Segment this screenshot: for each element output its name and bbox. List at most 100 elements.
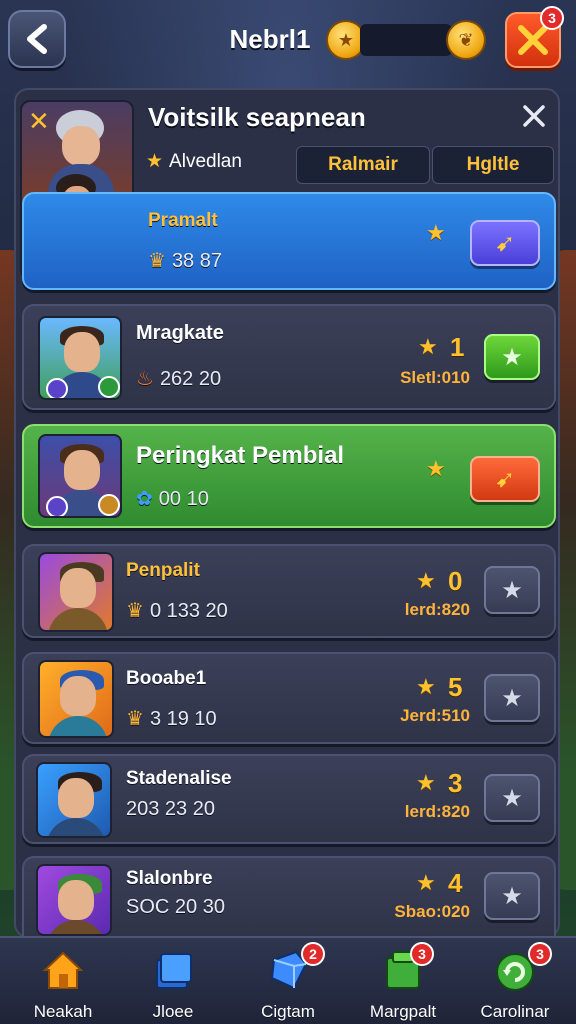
favorite-button[interactable]: ★ [484, 872, 540, 920]
challenge-button[interactable]: ➹ [470, 220, 540, 266]
fire-icon: ♨ [136, 368, 154, 390]
face-shape [58, 880, 94, 920]
favorite-button[interactable]: ★ [484, 674, 540, 722]
score-label: Sletl:010 [400, 368, 470, 387]
sub-label: ★ Alvedlan [146, 150, 242, 173]
face-shape [60, 676, 96, 716]
nav-item-cards[interactable]: Jloee [118, 942, 228, 1022]
star-icon: ★ [418, 334, 438, 359]
tab-ralmair[interactable]: Ralmair [296, 146, 430, 184]
featured-player-row[interactable]: Pramalt ♛ 38 87 ★ ➹ [22, 192, 556, 290]
sub-label-text: Alvedlan [169, 151, 242, 172]
face-shape [62, 126, 100, 166]
nav-label: Neakah [33, 1002, 93, 1021]
avatar [36, 762, 112, 838]
player-stats-value: 3 19 10 [149, 708, 217, 730]
sword-icon: ➹ [494, 229, 516, 257]
nav-label: Margpalt [369, 1002, 437, 1021]
star-icon: ★ [501, 882, 523, 910]
player-name: Slalonbre [126, 868, 213, 889]
face-shape [64, 450, 100, 490]
player-stats: ♨ 262 20 [136, 366, 221, 391]
cards-icon [151, 948, 195, 992]
player-stats: ✿ 00 10 [136, 486, 209, 511]
leaderboard-row[interactable]: Slalonbre SOC 20 30 ★ 4 Sbao:020 ★ [22, 856, 556, 936]
star-icon: ★ [416, 870, 436, 895]
accept-button[interactable]: ★ [484, 334, 540, 380]
nav-label: Jloee [152, 1002, 194, 1021]
close-featured-button[interactable] [518, 100, 550, 132]
player-name: Booabe1 [126, 668, 207, 689]
coin-icon[interactable]: ❦ [446, 20, 486, 60]
leaderboard-row[interactable]: Stadenalise 203 23 20 ★ 3 lerd:820 ★ [22, 754, 556, 844]
body-shape [46, 818, 106, 836]
star-icon: ★ [501, 684, 523, 712]
player-stats-value: 38 87 [171, 250, 222, 272]
player-stats-value: 0 133 20 [149, 600, 228, 622]
notification-badge: 3 [540, 6, 564, 30]
player-stats: SOC 20 30 [126, 896, 225, 918]
face-shape [60, 568, 96, 608]
face-shape [64, 332, 100, 372]
score-label: Sbao:020 [394, 902, 470, 921]
challenge-button[interactable]: ➹ [470, 456, 540, 502]
player-name: Stadenalise [126, 768, 232, 789]
nav-label: Carolinar [480, 1002, 550, 1021]
player-name: Penpalit [126, 560, 200, 581]
featured-title: Voitsilk seapnean [148, 102, 366, 132]
page-title: Nebrl1 [229, 24, 311, 54]
nav-item-home[interactable]: Neakah [8, 942, 118, 1022]
bottom-nav: Neakah Jloee Cigtam 2 Margpalt 3 Carolin… [0, 936, 576, 1024]
player-name: Pramalt [148, 210, 218, 231]
body-shape [48, 608, 108, 630]
leaderboard-row[interactable]: Mragkate ♨ 262 20 ★ 1 Sletl:010 ★ [22, 304, 556, 410]
currency-bar [360, 24, 452, 56]
leaderboard-row-highlighted[interactable]: Peringkat Pembial ✿ 00 10 ★ ➹ [22, 424, 556, 528]
leaderboard-row[interactable]: Penpalit ♛ 0 133 20 ★ 0 lerd:820 ★ [22, 544, 556, 638]
back-button[interactable] [8, 10, 66, 68]
avatar [36, 864, 112, 936]
rank-value: 0 [448, 566, 463, 596]
avatar [38, 552, 114, 632]
player-stats-value: 00 10 [158, 488, 209, 510]
player-stats: ♛ 3 19 10 [126, 706, 217, 731]
rank-value: 5 [448, 672, 463, 702]
chevron-left-icon [27, 24, 47, 54]
favorite-button[interactable]: ★ [484, 774, 540, 822]
class-badge-icon [46, 378, 68, 398]
trophy-icon: ♛ [126, 600, 144, 622]
star-icon: ★ [501, 343, 523, 371]
player-stats: ♛ 38 87 [148, 248, 222, 273]
level-badge-icon [98, 376, 120, 398]
player-stats: 203 23 20 [126, 798, 215, 820]
favorite-button[interactable]: ★ [484, 566, 540, 614]
player-stats-value: 262 20 [159, 368, 222, 390]
player-name: Mragkate [136, 322, 224, 344]
star-icon: ★ [501, 784, 523, 812]
notification-badge: 3 [528, 942, 552, 966]
score-label: lerd:820 [404, 600, 470, 619]
avatar [38, 316, 122, 400]
nav-label: Cigtam [261, 1002, 315, 1021]
player-stats: ♛ 0 133 20 [126, 598, 228, 623]
score-label: lerd:820 [404, 802, 470, 821]
crown-icon: ♛ [126, 708, 144, 730]
player-name: Peringkat Pembial [136, 442, 345, 469]
top-bar: Nebrl1 ★ ❦ 3 [0, 0, 576, 78]
notification-badge: 2 [301, 942, 325, 966]
tab-hgltle[interactable]: Hgltle [432, 146, 554, 184]
avatar [38, 434, 122, 518]
star-icon: ★ [416, 568, 436, 593]
leaderboard-row[interactable]: Booabe1 ♛ 3 19 10 ★ 5 Jerd:510 ★ [22, 652, 556, 744]
star-icon: ★ [416, 674, 436, 699]
close-icon [523, 105, 545, 127]
avatar [38, 660, 114, 738]
nav-item-shop[interactable]: Margpalt 3 [348, 942, 458, 1022]
nav-item-gems[interactable]: Cigtam 2 [233, 942, 343, 1022]
star-icon: ★ [416, 770, 436, 795]
body-shape [46, 920, 106, 934]
nav-item-social[interactable]: Carolinar 3 [460, 942, 570, 1022]
rank-value: 3 [448, 768, 463, 798]
star-icon: ★ [426, 456, 446, 481]
rank-value: 4 [448, 868, 463, 898]
